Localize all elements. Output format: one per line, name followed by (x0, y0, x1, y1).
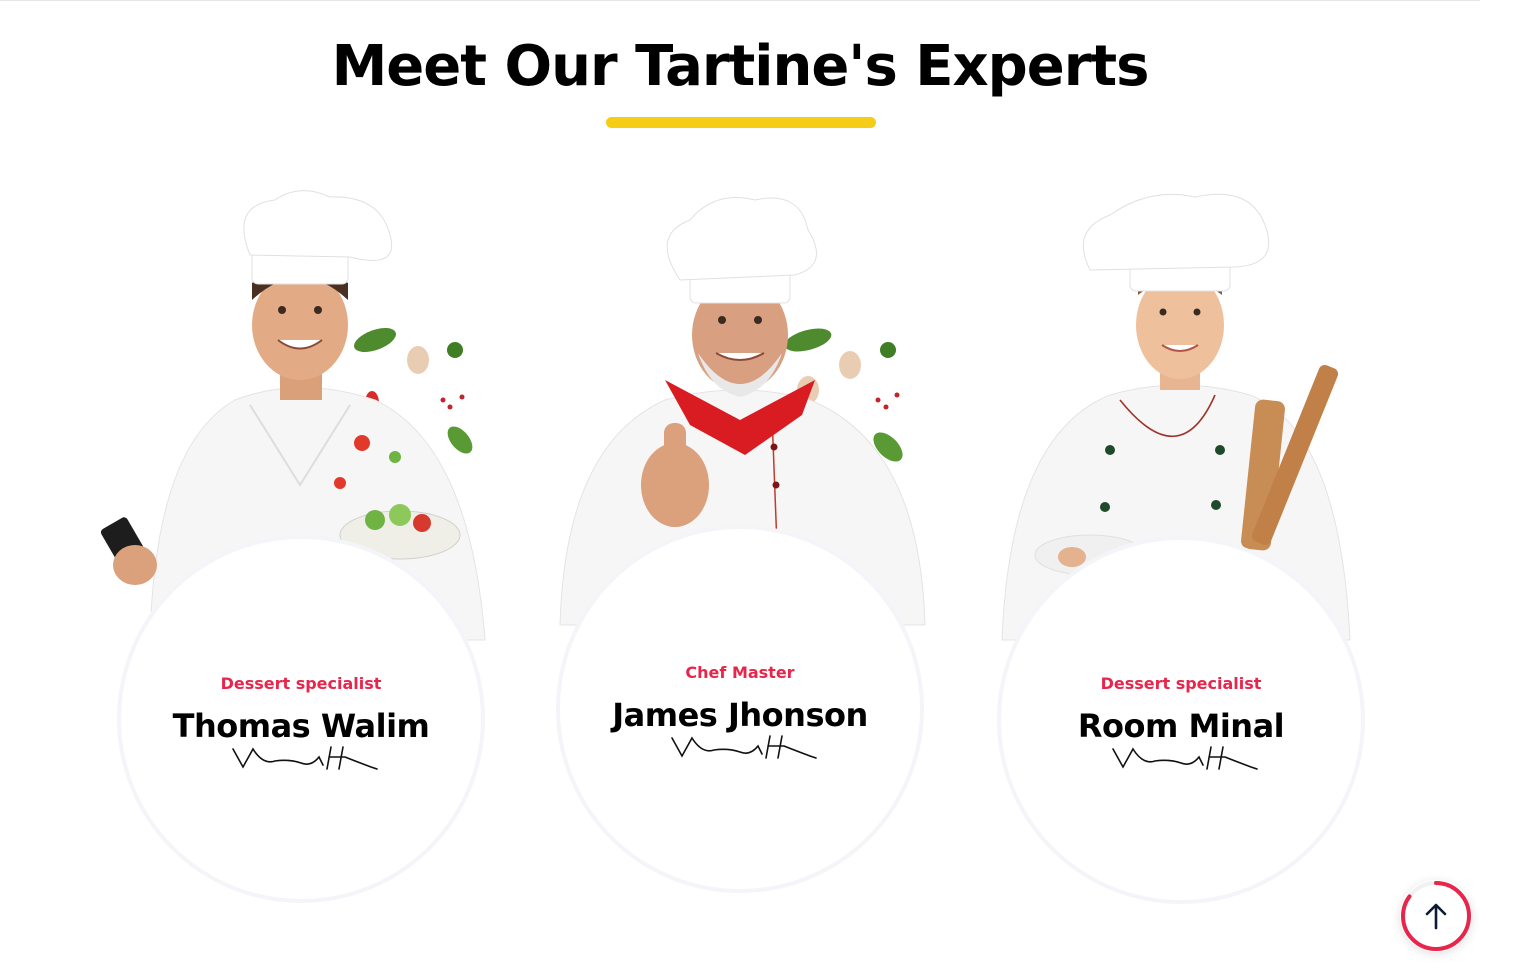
chef-card-room-minal[interactable]: Dessert specialist Room Minal (980, 185, 1380, 915)
chef-name[interactable]: Thomas Walim (121, 707, 481, 745)
chef-role: Dessert specialist (1100, 674, 1262, 693)
title-underline (606, 117, 876, 128)
chef-info-circle: Chef Master James Jhonson (556, 525, 924, 893)
chef-info-circle: Dessert specialist Thomas Walim (117, 535, 485, 903)
chef-card-james-jhonson[interactable]: Chef Master James Jhonson (540, 185, 940, 915)
signature-image (1112, 746, 1258, 770)
section-title: Meet Our Tartine's Experts (331, 34, 1150, 99)
arrow-up-icon (1425, 903, 1447, 930)
chef-info-circle: Dessert specialist Room Minal (997, 536, 1365, 904)
chef-role: Chef Master (685, 663, 795, 682)
chef-name[interactable]: James Jhonson (560, 696, 920, 734)
chef-role: Dessert specialist (220, 674, 382, 693)
signature-image (671, 735, 817, 759)
top-divider (0, 0, 1480, 1)
scroll-to-top-button[interactable] (1400, 880, 1472, 952)
signature-image (232, 746, 378, 770)
chef-card-thomas-walim[interactable]: Dessert specialist Thomas Walim (100, 185, 500, 915)
chef-name[interactable]: Room Minal (1001, 707, 1361, 745)
